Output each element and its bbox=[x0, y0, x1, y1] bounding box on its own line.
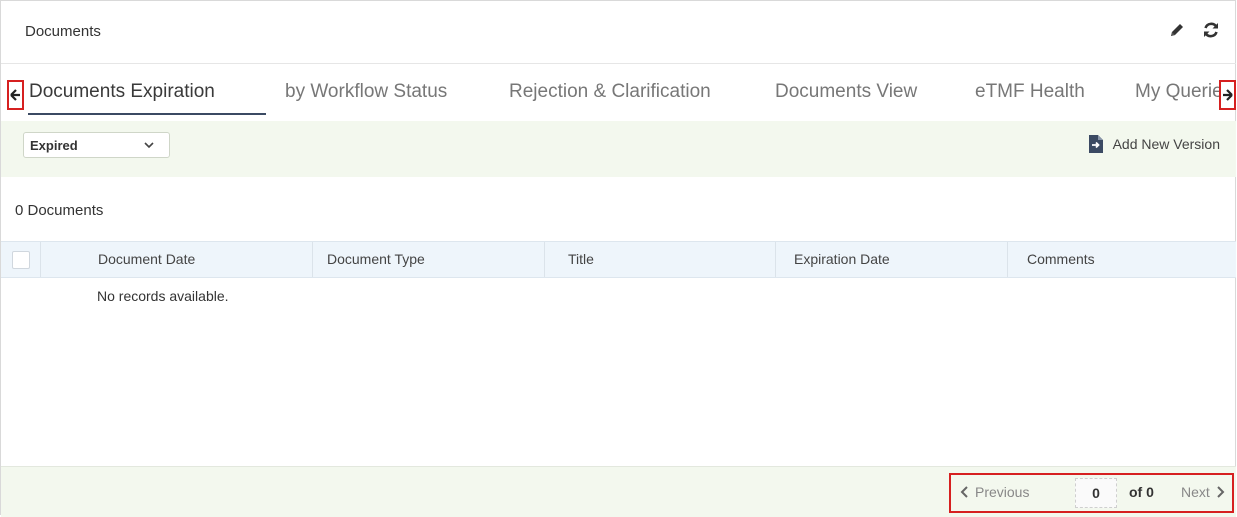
document-count: 0 Documents bbox=[15, 202, 104, 219]
tab-by-workflow-status[interactable]: by Workflow Status bbox=[285, 81, 447, 103]
arrow-right-icon bbox=[1223, 89, 1233, 101]
add-document-icon bbox=[1088, 135, 1103, 153]
add-new-version-button[interactable]: Add New Version bbox=[1088, 135, 1220, 153]
documents-panel: Documents Documents Expiration by Workfl… bbox=[0, 0, 1236, 517]
column-header-expiration-date[interactable]: Expiration Date bbox=[776, 242, 1008, 277]
page-total: of 0 bbox=[1129, 484, 1154, 500]
panel-header: Documents bbox=[1, 1, 1236, 64]
empty-table-message: No records available. bbox=[97, 288, 229, 304]
tab-scroll-left-button[interactable] bbox=[7, 80, 24, 110]
tab-documents-view[interactable]: Documents View bbox=[775, 81, 917, 103]
table-header-row: Document Date Document Type Title Expira… bbox=[1, 241, 1236, 278]
header-actions bbox=[1166, 19, 1222, 41]
previous-page-label: Previous bbox=[975, 484, 1030, 500]
tab-scroll-right-button[interactable] bbox=[1219, 80, 1236, 110]
filter-toolbar: Expired Add New Version bbox=[1, 121, 1236, 177]
tab-strip: Documents Expiration by Workflow Status … bbox=[1, 69, 1236, 119]
tab-rejection-clarification[interactable]: Rejection & Clarification bbox=[509, 81, 711, 103]
select-all-checkbox[interactable] bbox=[12, 251, 30, 269]
chevron-right-icon bbox=[1217, 486, 1225, 498]
next-page-button[interactable]: Next bbox=[1181, 484, 1225, 500]
status-filter-value: Expired bbox=[30, 138, 78, 153]
select-all-cell bbox=[1, 242, 41, 277]
active-tab-indicator bbox=[28, 113, 266, 115]
status-filter-select[interactable]: Expired bbox=[23, 132, 170, 158]
page-number-input[interactable]: 0 bbox=[1075, 478, 1117, 508]
tab-my-queries[interactable]: My Queries bbox=[1135, 81, 1219, 103]
previous-page-button[interactable]: Previous bbox=[960, 484, 1029, 500]
next-page-label: Next bbox=[1181, 484, 1210, 500]
add-new-version-label: Add New Version bbox=[1112, 136, 1220, 152]
column-header-document-date[interactable]: Document Date bbox=[41, 242, 313, 277]
tab-overflow-mask: My Queries bbox=[1127, 79, 1219, 111]
chevron-down-icon bbox=[144, 142, 154, 149]
tab-documents-expiration[interactable]: Documents Expiration bbox=[29, 81, 215, 103]
chevron-left-icon bbox=[960, 486, 968, 498]
refresh-icon[interactable] bbox=[1200, 19, 1222, 41]
column-header-document-type[interactable]: Document Type bbox=[313, 242, 545, 277]
column-header-comments[interactable]: Comments bbox=[1008, 242, 1236, 277]
panel-title: Documents bbox=[25, 23, 101, 40]
column-header-title[interactable]: Title bbox=[545, 242, 776, 277]
arrow-left-icon bbox=[10, 89, 20, 101]
tab-etmf-health[interactable]: eTMF Health bbox=[975, 81, 1085, 103]
pencil-icon[interactable] bbox=[1166, 19, 1188, 41]
